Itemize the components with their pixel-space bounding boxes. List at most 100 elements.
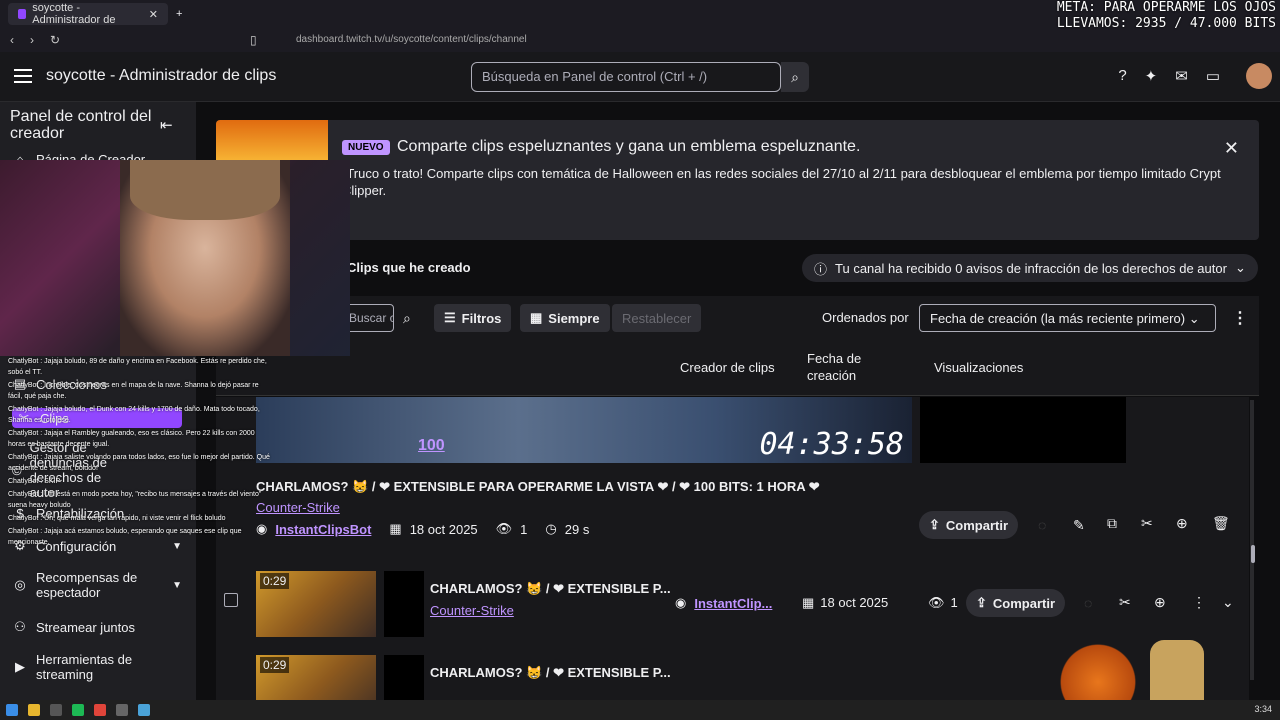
chat-message: ChatlyBot : Jajaja acá estamos boludo, e…	[8, 528, 242, 546]
close-icon[interactable]: ✕	[1224, 138, 1239, 159]
promo-image	[216, 120, 328, 160]
edit-icon[interactable]: ✎	[1073, 517, 1085, 534]
app-icon[interactable]	[50, 704, 62, 716]
clip-creator-link[interactable]: InstantClipsBot	[275, 522, 371, 537]
search-input[interactable]: Búsqueda en Panel de control (Ctrl + /)	[471, 62, 781, 92]
sort-label: Ordenados por	[822, 310, 909, 325]
app-icon[interactable]	[116, 704, 128, 716]
delete-icon[interactable]: 🗑	[1212, 515, 1230, 532]
sort-select[interactable]: Fecha de creación (la más reciente prime…	[919, 304, 1216, 332]
clip-views: 1	[520, 521, 528, 537]
dashboard-topbar: soycotte - Administrador de clips Búsque…	[0, 52, 1280, 102]
spotify-icon[interactable]	[72, 704, 84, 716]
clip-duration: 29 s	[564, 521, 590, 537]
sidebar-item-streaming-tools[interactable]: ▶ Herramientas de streaming	[12, 652, 182, 682]
eye-icon: 👁	[928, 595, 945, 610]
thumbnail-duration: 0:29	[260, 657, 290, 673]
add-icon[interactable]: ⊕	[1176, 515, 1188, 532]
row-creator-link[interactable]: InstantClip...	[694, 596, 772, 611]
open-external-icon[interactable]: ⧉	[1107, 515, 1117, 532]
people-icon: ⚇	[14, 619, 26, 634]
goal-line-1: META: PARA OPERARME LOS OJOS	[1056, 0, 1276, 15]
main-content: NUEVO Comparte clips espeluznantes y gan…	[202, 102, 1280, 700]
url-text[interactable]: dashboard.twitch.tv/u/soycotte/content/c…	[296, 34, 527, 45]
collapse-sidebar-icon[interactable]: ⇤	[160, 116, 173, 134]
copyright-status[interactable]: ⓘ Tu canal ha recibido 0 avisos de infra…	[802, 254, 1258, 282]
share-button[interactable]: ⇪ Compartir	[919, 511, 1019, 539]
row-views-text: 1	[950, 595, 958, 610]
clip-date: 18 oct 2025	[409, 521, 478, 537]
column-views[interactable]: Visualizaciones	[934, 359, 1023, 376]
filter-bar: Buscar categoría ⌕ ☰ Filtros ▦ Siempre Res…	[216, 296, 1259, 340]
new-tab-button[interactable]: +	[176, 8, 182, 20]
app-icon[interactable]	[138, 704, 150, 716]
scrollbar-track[interactable]	[1250, 400, 1254, 680]
row-views: 👁 1	[928, 595, 958, 611]
clips-section-title: Clips que he creado	[347, 260, 471, 275]
clip-preview-vertical[interactable]	[920, 397, 1126, 463]
bookmark-icon[interactable]: ▯	[250, 33, 257, 47]
stream-goal-overlay: META: PARA OPERARME LOS OJOS LLEVAMOS: 2…	[1057, 0, 1276, 32]
clip-thumbnail-vertical[interactable]	[384, 571, 424, 637]
start-icon[interactable]	[6, 704, 18, 716]
reload-icon[interactable]: ↻	[50, 33, 60, 47]
streamer-hair	[130, 160, 280, 220]
share-icon: ⇪	[976, 595, 987, 610]
more-options-icon[interactable]: ⋮	[1192, 594, 1206, 611]
clip-thumbnail[interactable]: 0:29	[256, 655, 376, 700]
chat-message: ChatlyBot : Jajaja saliste volando para …	[8, 454, 270, 472]
filters-button[interactable]: ☰ Filtros	[434, 304, 512, 332]
back-icon[interactable]: ‹	[10, 33, 14, 47]
chevron-down-icon: ⌄	[1188, 311, 1200, 326]
column-creator[interactable]: Creador de clips	[680, 359, 775, 376]
sort-value: Fecha de creación (la más reciente prime…	[930, 311, 1186, 326]
tab-title: soycotte - Administrador de	[32, 2, 116, 26]
browser-icon[interactable]	[94, 704, 106, 716]
more-options-icon[interactable]: ⋮	[1232, 308, 1248, 328]
whispers-icon[interactable]: ▭	[1206, 67, 1220, 85]
help-icon[interactable]: ?	[1118, 67, 1126, 85]
search-icon[interactable]: ⌕	[403, 310, 411, 327]
row-title[interactable]: CHARLAMOS? 😸 / ❤ EXTENSIBLE P...	[430, 665, 671, 681]
share-button[interactable]: ⇪ Compartir	[966, 589, 1066, 617]
chevron-down-icon: ⌄	[1234, 260, 1246, 275]
add-icon[interactable]: ⊕	[1154, 594, 1166, 611]
column-date[interactable]: Fecha de creación	[807, 350, 887, 384]
sidebar-item-label: Herramientas de streaming	[36, 652, 133, 682]
avatar[interactable]	[1246, 63, 1272, 89]
clip-preview-video[interactable]: 100 04:33:58	[256, 397, 912, 463]
sidebar-item-stream-together[interactable]: ⚇ Streamear juntos	[12, 619, 182, 635]
search-button[interactable]: ⌕	[781, 62, 809, 92]
clip-thumbnail[interactable]: 0:29	[256, 571, 376, 637]
row-date-text: 18 oct 2025	[820, 595, 889, 610]
share-label: Compartir	[945, 517, 1009, 533]
promo-body: ¡Truco o trato! Comparte clips con temát…	[342, 166, 1221, 198]
browser-tab[interactable]: soycotte - Administrador de ✕	[8, 2, 168, 26]
scrollbar-thumb[interactable]	[1251, 545, 1255, 563]
inbox-icon[interactable]: ✉	[1175, 67, 1188, 85]
clip-meta: ◉ InstantClipsBot ▦ 18 oct 2025 👁 1 ◷ 29…	[256, 521, 589, 537]
scissors-icon[interactable]: ✂	[1141, 515, 1153, 532]
row-title[interactable]: CHARLAMOS? 😸 / ❤ EXTENSIBLE P...	[430, 581, 671, 597]
user-icon: ◉	[675, 595, 687, 610]
row-checkbox[interactable]	[224, 593, 238, 607]
chevron-down-icon[interactable]: ⌄	[1222, 594, 1234, 611]
folder-icon[interactable]	[28, 704, 40, 716]
webcam-overlay	[0, 160, 350, 356]
category-search-input[interactable]: Buscar categoría	[344, 304, 394, 332]
sparkle-icon[interactable]: ✦	[1145, 67, 1158, 85]
row-game-link[interactable]: Counter-Strike	[430, 603, 514, 618]
os-taskbar: 3:34	[0, 700, 1280, 720]
scissors-icon[interactable]: ✂	[1119, 594, 1131, 611]
reset-button[interactable]: Restablecer	[612, 304, 702, 332]
date-range-button[interactable]: ▦ Siempre	[520, 304, 610, 332]
sidebar-item-rewards[interactable]: ◎ Recompensas de espectador ▼	[12, 570, 182, 600]
forward-icon[interactable]: ›	[30, 33, 34, 47]
clip-thumbnail-vertical[interactable]	[384, 655, 424, 700]
promo-banner: NUEVO Comparte clips espeluznantes y gan…	[216, 120, 1259, 240]
row-date: ▦ 18 oct 2025	[802, 595, 888, 611]
close-tab-icon[interactable]: ✕	[149, 8, 158, 21]
chat-message: ChatlyBot : Jajaja boludo, el Dunk con 2…	[8, 406, 260, 424]
menu-icon[interactable]	[14, 69, 32, 83]
promo-title: Comparte clips espeluznantes y gana un e…	[397, 138, 861, 155]
